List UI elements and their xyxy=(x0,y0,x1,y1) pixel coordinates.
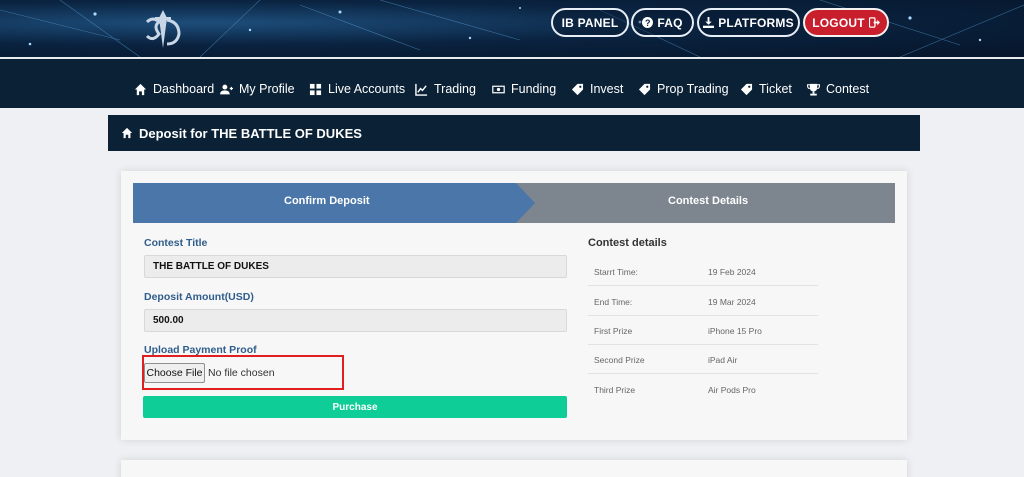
nav-item-contest[interactable]: Contest xyxy=(807,82,869,96)
detail-value: Air Pods Pro xyxy=(708,385,756,395)
purchase-button[interactable]: Purchase xyxy=(143,396,567,418)
nav-label: Dashboard xyxy=(153,82,215,96)
logout-button[interactable]: LOGOUT xyxy=(803,8,889,37)
choose-file-button[interactable]: Choose File xyxy=(144,363,205,383)
home-icon xyxy=(134,83,147,95)
brand-logo[interactable] xyxy=(143,8,183,50)
nav-label: Funding xyxy=(511,82,557,96)
detail-row: First Prize iPhone 15 Pro xyxy=(588,316,818,345)
download-icon xyxy=(703,17,715,28)
step-confirm-deposit[interactable]: Confirm Deposit xyxy=(284,195,370,207)
detail-key: First Prize xyxy=(594,326,633,336)
detail-key: Starrt Time: xyxy=(594,267,638,277)
contest-title-field[interactable]: THE BATTLE OF DUKES xyxy=(144,255,567,278)
nav-item-trading[interactable]: Trading xyxy=(415,82,476,96)
detail-value: iPhone 15 Pro xyxy=(708,326,762,336)
main-nav: Dashboard My Profile Live Accounts Tradi… xyxy=(0,57,1024,108)
nav-item-funding[interactable]: Funding xyxy=(492,82,556,96)
step-progress xyxy=(133,183,895,223)
nav-label: Contest xyxy=(826,82,870,96)
nav-label: My Profile xyxy=(239,82,295,96)
tag-icon xyxy=(638,83,651,95)
ib-panel-label: IB PANEL xyxy=(561,15,619,30)
page-title: Deposit for THE BATTLE OF DUKES xyxy=(139,125,362,141)
line-chart-icon xyxy=(415,83,428,96)
detail-value: 19 Mar 2024 xyxy=(708,297,756,307)
faq-label: FAQ xyxy=(657,15,683,30)
nav-label: Trading xyxy=(434,82,476,96)
home-icon xyxy=(121,127,133,139)
user-plus-icon xyxy=(220,84,233,94)
tag-icon xyxy=(740,83,753,95)
nav-label: Invest xyxy=(590,82,624,96)
contest-title-label: Contest Title xyxy=(144,237,208,249)
secondary-card xyxy=(121,460,907,477)
trophy-icon xyxy=(807,83,820,96)
sign-out-icon xyxy=(868,17,880,28)
faq-button[interactable]: ? FAQ xyxy=(631,8,694,37)
nav-label: Ticket xyxy=(759,82,792,96)
money-icon xyxy=(492,85,505,93)
nav-label: Live Accounts xyxy=(328,82,406,96)
platforms-label: PLATFORMS xyxy=(718,15,794,30)
nav-item-live-accounts[interactable]: Live Accounts xyxy=(309,82,405,96)
detail-key: Second Prize xyxy=(594,355,645,365)
step-contest-details[interactable]: Contest Details xyxy=(668,195,748,207)
nav-item-prop-trading[interactable]: Prop Trading xyxy=(638,82,729,96)
detail-value: iPad Air xyxy=(708,355,738,365)
nav-item-dashboard[interactable]: Dashboard xyxy=(134,82,214,96)
deposit-amount-label: Deposit Amount(USD) xyxy=(144,291,254,303)
detail-key: Third Prize xyxy=(594,385,636,395)
deposit-amount-field[interactable]: 500.00 xyxy=(144,309,567,332)
ib-panel-button[interactable]: IB PANEL xyxy=(551,8,629,37)
detail-row: Starrt Time: 19 Feb 2024 xyxy=(588,257,818,286)
nav-item-ticket[interactable]: Ticket xyxy=(740,82,792,96)
detail-key: End Time: xyxy=(594,297,633,307)
page-header: Deposit for THE BATTLE OF DUKES xyxy=(108,115,920,151)
nav-item-invest[interactable]: Invest xyxy=(571,82,623,96)
file-status-text: No file chosen xyxy=(208,367,275,379)
detail-row: Third Prize Air Pods Pro xyxy=(588,375,818,404)
tag-icon xyxy=(571,83,584,95)
detail-value: 19 Feb 2024 xyxy=(708,267,756,277)
detail-row: Second Prize iPad Air xyxy=(588,345,818,374)
question-circle-icon: ? xyxy=(642,17,654,28)
contest-details-title: Contest details xyxy=(588,237,667,249)
nav-label: Prop Trading xyxy=(657,82,729,96)
logout-label: LOGOUT xyxy=(812,15,865,30)
grid-icon xyxy=(309,83,322,95)
detail-row: End Time: 19 Mar 2024 xyxy=(588,287,818,316)
platforms-button[interactable]: PLATFORMS xyxy=(697,8,800,37)
nav-item-my-profile[interactable]: My Profile xyxy=(220,82,295,96)
top-header: IB PANEL ? FAQ PLATFORMS LOGOUT xyxy=(0,0,1024,57)
